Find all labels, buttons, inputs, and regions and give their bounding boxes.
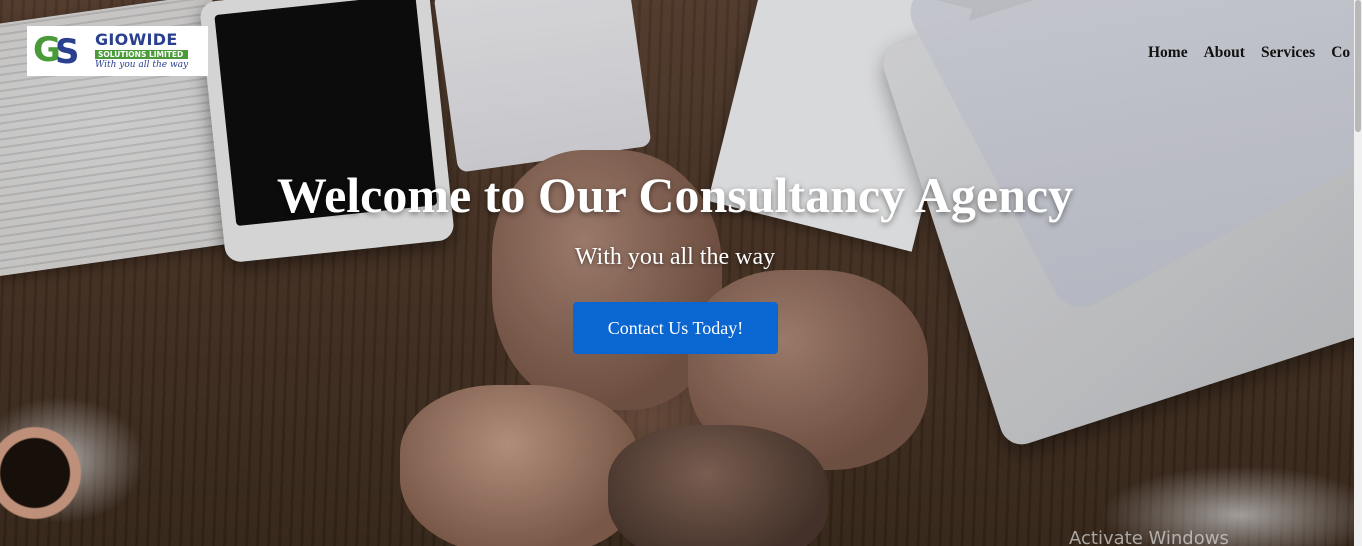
logo-tagline: With you all the way [95, 60, 189, 71]
scrollbar-thumb[interactable] [1355, 0, 1361, 132]
nav-item-services[interactable]: Services [1261, 44, 1315, 62]
contact-us-button[interactable]: Contact Us Today! [573, 302, 778, 354]
activate-windows-watermark: Activate Windows [1069, 528, 1229, 546]
hero-subtitle: With you all the way [574, 244, 776, 270]
logo-mark-s: S [55, 32, 80, 72]
nav-item-about[interactable]: About [1204, 44, 1245, 62]
nav-item-contact[interactable]: Co [1331, 44, 1350, 62]
hero-overlay [0, 0, 1362, 546]
logo-subtitle: SOLUTIONS LIMITED [95, 49, 189, 60]
page-scrollbar[interactable] [1354, 0, 1362, 546]
logo-mark-icon: G S [33, 31, 91, 71]
site-logo[interactable]: G S GIOWIDE SOLUTIONS LIMITED With you a… [27, 26, 208, 76]
logo-title: GIOWIDE [95, 29, 178, 49]
logo-text: GIOWIDE SOLUTIONS LIMITED With you all t… [95, 29, 189, 71]
main-nav: Home About Services Co [1148, 44, 1362, 62]
hero-section: G S GIOWIDE SOLUTIONS LIMITED With you a… [0, 0, 1362, 546]
nav-item-home[interactable]: Home [1148, 44, 1188, 62]
hero-title: Welcome to Our Consultancy Agency [276, 167, 1074, 223]
